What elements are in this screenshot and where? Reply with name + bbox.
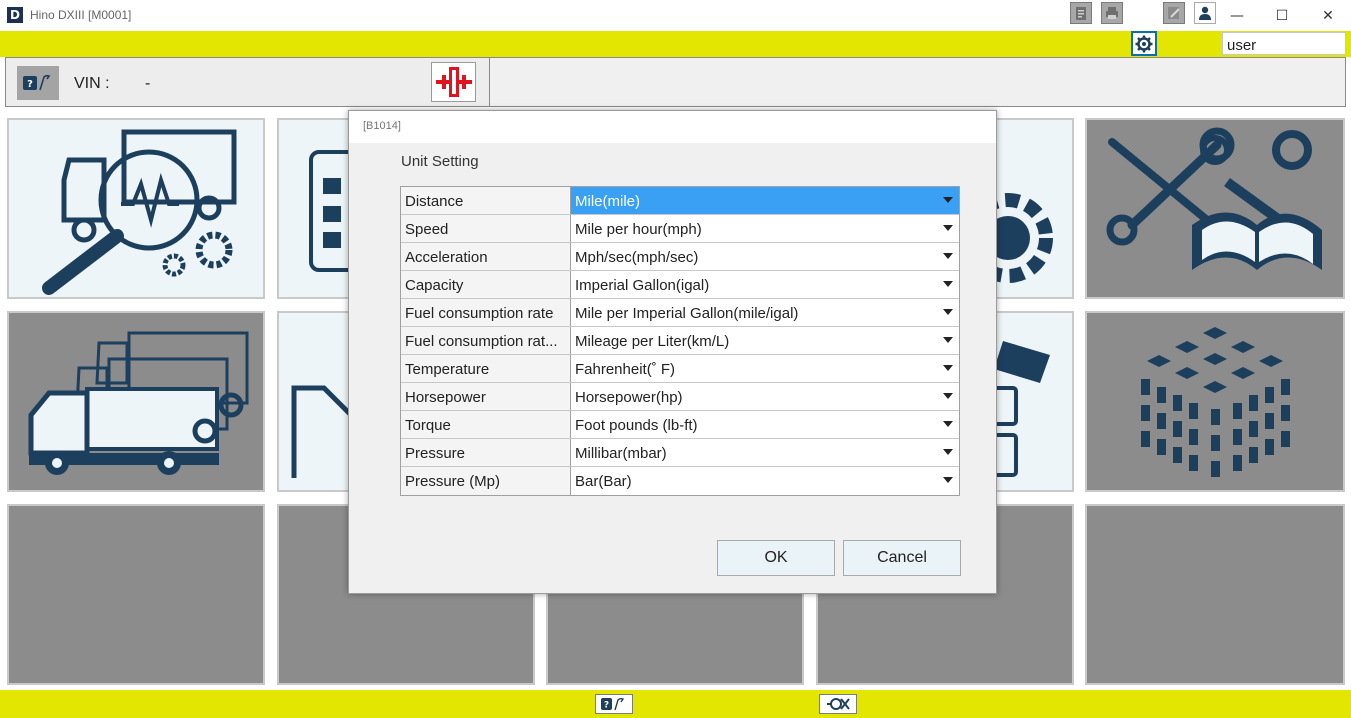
info-panel: [489, 57, 1346, 107]
maximize-button[interactable]: ☐: [1259, 0, 1305, 31]
unit-label: Pressure (Mp): [401, 467, 571, 495]
dialog-code: [B1014]: [363, 120, 401, 132]
truck-diagnosis-icon: [42, 129, 237, 295]
vin-value: -: [145, 75, 151, 92]
unit-row-pressure-mp[interactable]: Pressure (Mp) Bar(Bar): [401, 467, 959, 495]
unit-row-acceleration[interactable]: Acceleration Mph/sec(mph/sec): [401, 243, 959, 271]
unit-label: Horsepower: [401, 383, 571, 410]
app-icon: D: [7, 7, 23, 23]
chevron-down-icon[interactable]: [943, 253, 953, 259]
minimize-button[interactable]: —: [1214, 0, 1260, 31]
chevron-down-icon[interactable]: [943, 477, 953, 483]
modules-tile[interactable]: [1085, 311, 1345, 492]
chevron-down-icon[interactable]: [943, 449, 953, 455]
empty-tile: [7, 504, 265, 685]
unit-dropdown[interactable]: Imperial Gallon(igal): [571, 271, 959, 298]
unit-row-distance[interactable]: Distance Mile(mile): [401, 187, 959, 215]
chevron-down-icon[interactable]: [943, 309, 953, 315]
bottom-toolbar: [0, 690, 1351, 718]
window-title: Hino DXIII [M0001]: [30, 8, 132, 22]
fleet-trucks-icon: [28, 331, 249, 475]
unit-label: Fuel consumption rat...: [401, 327, 571, 354]
tools-manual-tile[interactable]: [1085, 118, 1345, 299]
chevron-down-icon[interactable]: [943, 365, 953, 371]
unit-dropdown[interactable]: Millibar(mbar): [571, 439, 959, 466]
svg-text:?: ?: [27, 79, 33, 90]
unit-label: Acceleration: [401, 243, 571, 270]
cube-icon: [1141, 327, 1290, 477]
unit-row-fuel-consumption-rate-2[interactable]: Fuel consumption rat... Mileage per Lite…: [401, 327, 959, 355]
unit-label: Torque: [401, 411, 571, 438]
unit-row-horsepower[interactable]: Horsepower Horsepower(hp): [401, 383, 959, 411]
unit-dropdown[interactable]: Foot pounds (lb-ft): [571, 411, 959, 438]
unit-label: Distance: [401, 187, 571, 214]
vin-label: VIN :: [74, 75, 110, 92]
chevron-down-icon[interactable]: [943, 337, 953, 343]
user-icon[interactable]: [1194, 2, 1216, 24]
unit-dropdown[interactable]: Mileage per Liter(km/L): [571, 327, 959, 354]
chevron-down-icon[interactable]: [943, 393, 953, 399]
unit-row-capacity[interactable]: Capacity Imperial Gallon(igal): [401, 271, 959, 299]
unit-label: Pressure: [401, 439, 571, 466]
unit-dropdown[interactable]: Bar(Bar): [571, 467, 959, 495]
unit-dropdown[interactable]: Horsepower(hp): [571, 383, 959, 410]
unit-dropdown[interactable]: Mph/sec(mph/sec): [571, 243, 959, 270]
tools-book-icon: [1106, 127, 1322, 270]
unit-row-temperature[interactable]: Temperature Fahrenheit(˚ F): [401, 355, 959, 383]
diagnostic-tool-icon[interactable]: ?: [595, 694, 633, 714]
close-button[interactable]: ✕: [1305, 0, 1351, 31]
unit-label: Speed: [401, 215, 571, 242]
edit-icon[interactable]: [1163, 2, 1185, 24]
unit-dropdown[interactable]: Mile per Imperial Gallon(mile/igal): [571, 299, 959, 326]
svg-text:?: ?: [604, 701, 609, 711]
unit-row-speed[interactable]: Speed Mile per hour(mph): [401, 215, 959, 243]
diagnostic-tool-icon[interactable]: ?: [17, 66, 59, 100]
cancel-button[interactable]: Cancel: [843, 540, 961, 576]
unit-settings-grid: Distance Mile(mile) Speed Mile per hour(…: [400, 186, 960, 496]
unit-row-pressure[interactable]: Pressure Millibar(mbar): [401, 439, 959, 467]
ok-button[interactable]: OK: [717, 540, 835, 576]
dialog-title: Unit Setting: [401, 153, 479, 170]
chevron-down-icon[interactable]: [943, 225, 953, 231]
diagnosis-tile[interactable]: [7, 118, 265, 299]
gear-icon[interactable]: [1131, 31, 1157, 56]
connect-icon[interactable]: [431, 62, 476, 102]
unit-row-fuel-consumption-rate[interactable]: Fuel consumption rate Mile per Imperial …: [401, 299, 959, 327]
dialog-header: [B1014]: [349, 111, 996, 143]
unit-dropdown[interactable]: Mile per hour(mph): [571, 215, 959, 242]
unit-dropdown[interactable]: Mile(mile): [571, 187, 959, 214]
chevron-down-icon[interactable]: [943, 197, 953, 203]
unit-label: Temperature: [401, 355, 571, 382]
disconnect-icon[interactable]: [819, 694, 857, 714]
unit-label: Capacity: [401, 271, 571, 298]
user-field[interactable]: user: [1222, 32, 1346, 55]
unit-dropdown[interactable]: Fahrenheit(˚ F): [571, 355, 959, 382]
title-bar: D Hino DXIII [M0001] — ☐ ✕: [0, 0, 1351, 32]
fleet-tile[interactable]: [7, 311, 265, 492]
clipboard-icon[interactable]: [1070, 2, 1092, 24]
unit-row-torque[interactable]: Torque Foot pounds (lb-ft): [401, 411, 959, 439]
unit-label: Fuel consumption rate: [401, 299, 571, 326]
empty-tile: [1085, 504, 1345, 685]
unit-setting-dialog: [B1014] Unit Setting Distance Mile(mile)…: [348, 110, 997, 594]
printer-icon[interactable]: [1101, 2, 1123, 24]
chevron-down-icon[interactable]: [943, 421, 953, 427]
chevron-down-icon[interactable]: [943, 281, 953, 287]
